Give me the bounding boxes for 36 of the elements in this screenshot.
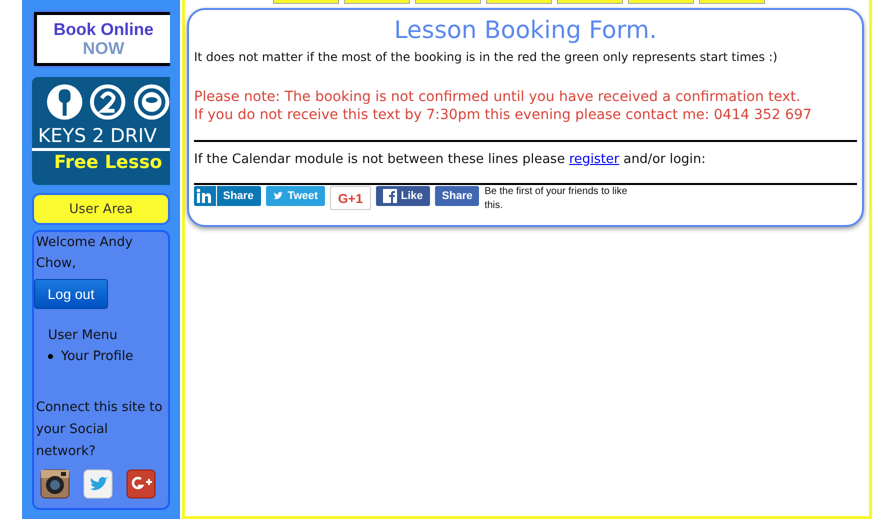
nav-tab[interactable] <box>486 0 552 4</box>
bird-icon <box>272 191 284 201</box>
notice-text: If you do not receive this text by 7:30pm this evening please contact me: 0414 352 697 <box>194 106 813 124</box>
facebook-like-button[interactable]: Like <box>376 186 430 206</box>
bird-icon[interactable] <box>83 469 113 499</box>
linkedin-share-button[interactable]: Share <box>194 186 261 206</box>
welcome-text: Welcome Andy Chow, <box>35 234 134 273</box>
bullet-icon <box>48 354 53 359</box>
google-plus-one-button[interactable]: G+1 <box>330 186 371 210</box>
number-circle-icon <box>89 83 127 121</box>
facebook-share-button[interactable]: Share <box>434 186 480 206</box>
menu-link[interactable]: Your Profile <box>61 346 134 367</box>
linkedin-logo-icon <box>196 188 212 204</box>
notice-text: Please note: The booking is not confirmed until you have received a confirmation text. <box>194 88 802 106</box>
logout-button[interactable]: Log out <box>34 279 108 309</box>
user-menu-title: User Menu <box>48 327 118 345</box>
key-icon <box>46 83 84 121</box>
logo-brand-text: KEYS 2 DRIV <box>32 121 170 151</box>
logo-tagline: Free Lesso <box>53 151 164 175</box>
nav-tab[interactable] <box>344 0 410 4</box>
google-plus-icon[interactable] <box>126 469 156 499</box>
camera-icon[interactable] <box>40 469 70 499</box>
intro-text: It does not matter if the most of the booking is in the red the green only represents start times :) <box>194 50 778 64</box>
nav-tab[interactable] <box>415 0 481 4</box>
user-area-button[interactable]: User Area <box>32 193 170 225</box>
form-title: Lesson Booking Form. <box>393 16 658 44</box>
register-link[interactable]: register <box>569 152 620 167</box>
nav-tab[interactable] <box>273 0 339 4</box>
book-online-link[interactable]: Book Online NOW <box>34 12 170 66</box>
nav-tab[interactable] <box>699 0 765 4</box>
connect-text: Connect this site to your Social network? <box>35 399 164 461</box>
friends-text: Be the first of your friends to like this. <box>484 185 628 213</box>
calendar-note: If the Calendar module is not between these lines please register and/or login: <box>194 152 707 167</box>
facebook-logo-icon <box>382 189 397 203</box>
nav-tab[interactable] <box>628 0 694 4</box>
nav-tab[interactable] <box>557 0 623 4</box>
